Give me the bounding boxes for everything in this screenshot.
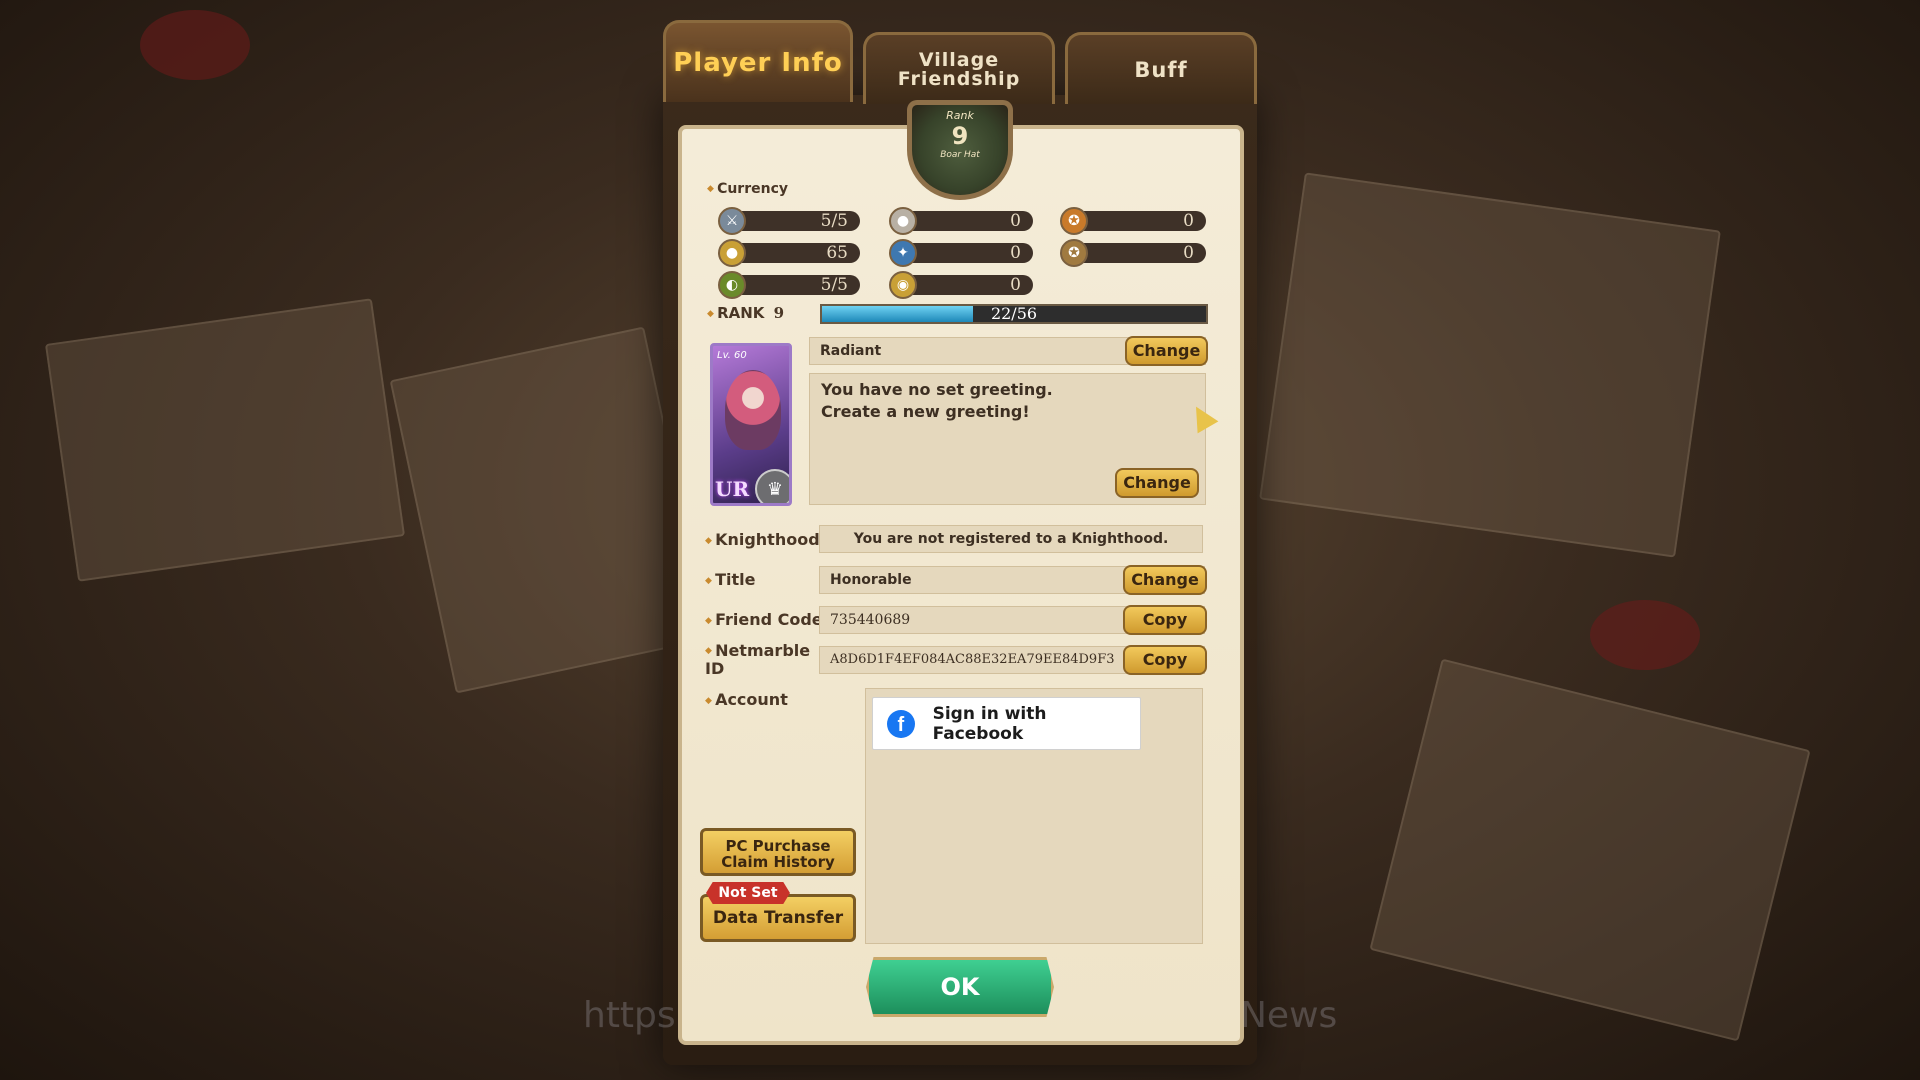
bronze-medal-icon: ✪ bbox=[1060, 239, 1088, 267]
currency-value: 65 bbox=[730, 243, 860, 263]
profile-character-card[interactable]: Lv. 60 UR ♛ bbox=[710, 343, 792, 506]
stamina-icon: ◐ bbox=[718, 271, 746, 299]
currency-value: 5/5 bbox=[730, 211, 860, 231]
account-label: Account bbox=[705, 690, 788, 709]
currency-value: 0 bbox=[901, 211, 1033, 231]
background-letter bbox=[44, 298, 406, 582]
rank-emblem-sub: Boar Hat bbox=[940, 150, 980, 160]
netmarble-id-value: A8D6D1F4EF084AC88E32EA79EE84D9F3 bbox=[830, 652, 1115, 667]
background-wax-seal bbox=[140, 10, 250, 80]
rank-progress-bar: 22/56 bbox=[820, 304, 1208, 324]
currency-item: ● 0 bbox=[889, 207, 1033, 235]
pc-purchase-line-2: Claim History bbox=[721, 853, 835, 871]
title-label: Title bbox=[705, 570, 755, 589]
rank-emblem-label: Rank bbox=[946, 109, 974, 122]
change-greeting-button[interactable]: Change bbox=[1115, 468, 1199, 498]
change-name-button[interactable]: Change bbox=[1125, 336, 1208, 366]
blue-gem-icon: ✦ bbox=[889, 239, 917, 267]
friend-code-label: Friend Code bbox=[705, 610, 823, 629]
tab-village-friendship[interactable]: Village Friendship bbox=[863, 32, 1055, 104]
currency-item: ✪ 0 bbox=[1060, 207, 1206, 235]
currency-item: ◉ 0 bbox=[889, 271, 1033, 299]
friend-code-value: 735440689 bbox=[830, 612, 911, 628]
currency-label: Currency bbox=[707, 181, 788, 197]
rank-progress-text: 22/56 bbox=[990, 304, 1038, 323]
watermark-text-right: News bbox=[1240, 995, 1338, 1036]
pc-purchase-claim-history-button[interactable]: PC Purchase Claim History bbox=[700, 828, 856, 876]
character-grade: UR bbox=[715, 477, 750, 501]
copy-netmarble-id-button[interactable]: Copy bbox=[1123, 645, 1207, 675]
gold-medal-icon: ✪ bbox=[1060, 207, 1088, 235]
crossed-swords-icon: ⚔ bbox=[718, 207, 746, 235]
knighthood-value: You are not registered to a Knighthood. bbox=[853, 531, 1169, 547]
rank-level: 9 bbox=[773, 304, 785, 322]
background-wax-seal bbox=[1590, 600, 1700, 670]
character-portrait bbox=[725, 370, 781, 450]
rank-label: RANK 9 bbox=[707, 304, 784, 322]
gold-token-icon: ◉ bbox=[889, 271, 917, 299]
greeting-line-2: Create a new greeting! bbox=[821, 402, 1030, 421]
watermark-text-left: https bbox=[583, 995, 676, 1036]
facebook-sign-in-button[interactable]: f Sign in with Facebook bbox=[872, 697, 1141, 750]
rank-label-text: RANK bbox=[717, 304, 765, 322]
tab-buff-label: Buff bbox=[1134, 57, 1188, 82]
background-letter bbox=[1259, 172, 1721, 558]
player-name-value: Radiant bbox=[820, 343, 882, 359]
facebook-sign-in-label: Sign in with Facebook bbox=[932, 703, 1047, 744]
copy-friend-code-button[interactable]: Copy bbox=[1123, 605, 1207, 635]
facebook-icon: f bbox=[887, 709, 915, 738]
currency-item: ⚔ 5/5 bbox=[718, 207, 860, 235]
netmarble-id-label: Netmarble ID bbox=[705, 642, 815, 677]
currency-item: ● 65 bbox=[718, 239, 860, 267]
background-letter bbox=[1369, 658, 1811, 1042]
currency-value: 5/5 bbox=[730, 275, 860, 295]
pc-purchase-line-1: PC Purchase bbox=[725, 837, 831, 855]
currency-value: 0 bbox=[901, 243, 1033, 263]
character-level: Lv. 60 bbox=[717, 350, 747, 361]
tab-player-info-label: Player Info bbox=[673, 47, 843, 78]
knighthood-label: Knighthood bbox=[705, 530, 820, 549]
tab-village-friendship-label: Village Friendship bbox=[897, 48, 1021, 90]
currency-item: ✪ 0 bbox=[1060, 239, 1206, 267]
greeting-line-1: You have no set greeting. bbox=[821, 380, 1053, 399]
tab-buff[interactable]: Buff bbox=[1065, 32, 1257, 104]
currency-item: ✦ 0 bbox=[889, 239, 1033, 267]
tab-player-info[interactable]: Player Info bbox=[663, 20, 853, 102]
title-value: Honorable bbox=[830, 572, 912, 588]
rank-emblem: Rank 9 Boar Hat bbox=[907, 100, 1013, 200]
change-title-button[interactable]: Change bbox=[1123, 565, 1207, 595]
silver-coin-icon: ● bbox=[889, 207, 917, 235]
currency-value: 0 bbox=[1072, 243, 1206, 263]
gold-coin-icon: ● bbox=[718, 239, 746, 267]
currency-value: 0 bbox=[901, 275, 1033, 295]
knighthood-field: You are not registered to a Knighthood. bbox=[819, 525, 1203, 553]
currency-item: ◐ 5/5 bbox=[718, 271, 860, 299]
rank-emblem-number: 9 bbox=[951, 122, 969, 150]
ok-button[interactable]: OK bbox=[866, 957, 1054, 1017]
currency-value: 0 bbox=[1072, 211, 1206, 231]
not-set-badge: Not Set bbox=[706, 882, 790, 904]
crown-crest-icon: ♛ bbox=[755, 469, 789, 503]
data-transfer-label: Data Transfer bbox=[712, 908, 844, 928]
